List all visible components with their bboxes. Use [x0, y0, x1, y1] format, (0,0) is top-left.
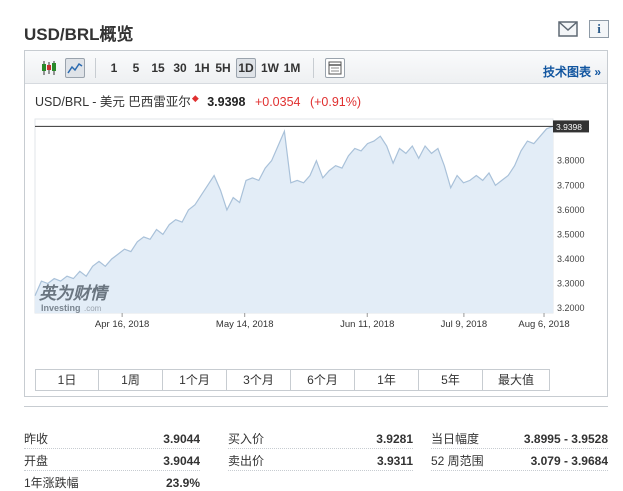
y-tick-label: 3.2000 [557, 303, 585, 313]
quote-change: +0.0354 [254, 95, 301, 109]
y-tick-label: 3.6000 [557, 205, 585, 215]
timeframe-5[interactable]: 5 [129, 58, 143, 78]
svg-text:英为财情: 英为财情 [38, 284, 110, 303]
timeframe-1h[interactable]: 1H [193, 58, 211, 78]
technical-chart-link[interactable]: 技术图表 » [543, 63, 601, 80]
timeframe-1d[interactable]: 1D [236, 58, 256, 78]
quote-line: USD/BRL - 美元 巴西雷亚尔◆ 3.9398 +0.0354 (+0.9… [35, 91, 361, 110]
svg-text:3.9398: 3.9398 [556, 122, 582, 132]
range-tabs: 1日 1周 1个月 3个月 6个月 1年 5年 最大值 [35, 369, 550, 391]
range-tab-1d[interactable]: 1日 [36, 370, 99, 390]
toolbar-divider [95, 58, 96, 78]
y-tick-label: 3.7000 [557, 180, 585, 190]
price-chart[interactable]: 3.9398 3.2000 3.3000 3.4000 3.5000 3.6000 3.7… [25, 113, 607, 353]
page-title: USD/BRL概览 [24, 25, 134, 44]
stat-52wk-range: 52 周范围 3.079 - 3.9684 [431, 451, 608, 471]
timeframe-1w[interactable]: 1W [259, 58, 281, 78]
chart-toolbar: 1 5 15 30 1H 5H 1D 1W 1M 技术图表 » [25, 51, 607, 84]
mail-icon[interactable] [558, 20, 578, 38]
range-tab-5y[interactable]: 5年 [419, 370, 483, 390]
x-tick-label: Jun 11, 2018 [340, 319, 394, 330]
y-tick-label: 3.8000 [557, 156, 585, 166]
svg-text:.com: .com [84, 304, 102, 313]
y-tick-label: 3.4000 [557, 254, 585, 264]
area-chart-icon[interactable] [65, 58, 85, 78]
quote-symbol: USD/BRL - 美元 巴西雷亚尔 [35, 95, 191, 109]
timeframe-5h[interactable]: 5H [214, 58, 232, 78]
quote-last-price: 3.9398 [207, 95, 246, 109]
range-tab-6m[interactable]: 6个月 [291, 370, 355, 390]
chart-panel: 1 5 15 30 1H 5H 1D 1W 1M 技术图表 » USD/BRL … [24, 50, 608, 397]
x-tick-label: Apr 16, 2018 [95, 319, 149, 330]
range-tab-1w[interactable]: 1周 [99, 370, 163, 390]
watermark-logo: 英为财情 Investing .com [38, 284, 110, 313]
stat-prev-close: 昨收 3.9044 [24, 429, 200, 449]
y-tick-label: 3.5000 [557, 229, 585, 239]
range-tab-1y[interactable]: 1年 [355, 370, 419, 390]
y-tick-label: 3.3000 [557, 279, 585, 289]
toolbar-divider [313, 58, 314, 78]
live-dot-icon: ◆ [191, 93, 199, 103]
stat-open: 开盘 3.9044 [24, 451, 200, 471]
x-tick-label: May 14, 2018 [216, 319, 274, 330]
x-tick-label: Jul 9, 2018 [441, 319, 487, 330]
timeframe-1m[interactable]: 1M [282, 58, 302, 78]
last-price-tag: 3.9398 [553, 120, 589, 133]
timeframe-15[interactable]: 15 [149, 58, 167, 78]
svg-text:Investing: Investing [41, 303, 81, 313]
stat-year-change: 1年涨跌幅 23.9% [24, 476, 200, 490]
range-tab-1m[interactable]: 1个月 [163, 370, 227, 390]
info-icon[interactable]: i [589, 20, 609, 38]
quote-change-pct: (+0.91%) [309, 95, 362, 109]
stat-ask: 卖出价 3.9311 [228, 451, 413, 471]
timeframe-30[interactable]: 30 [171, 58, 189, 78]
x-tick-label: Aug 6, 2018 [518, 319, 569, 330]
range-tab-max[interactable]: 最大值 [483, 370, 549, 390]
candlestick-icon[interactable] [39, 58, 59, 78]
stats-table: 昨收 3.9044 开盘 3.9044 1年涨跌幅 23.9% 买入价 3.92… [24, 406, 608, 491]
stat-day-range: 当日幅度 3.8995 - 3.9528 [431, 429, 608, 449]
chart-settings-icon[interactable] [325, 58, 345, 78]
timeframe-1[interactable]: 1 [107, 58, 121, 78]
stat-bid: 买入价 3.9281 [228, 429, 413, 449]
range-tab-3m[interactable]: 3个月 [227, 370, 291, 390]
